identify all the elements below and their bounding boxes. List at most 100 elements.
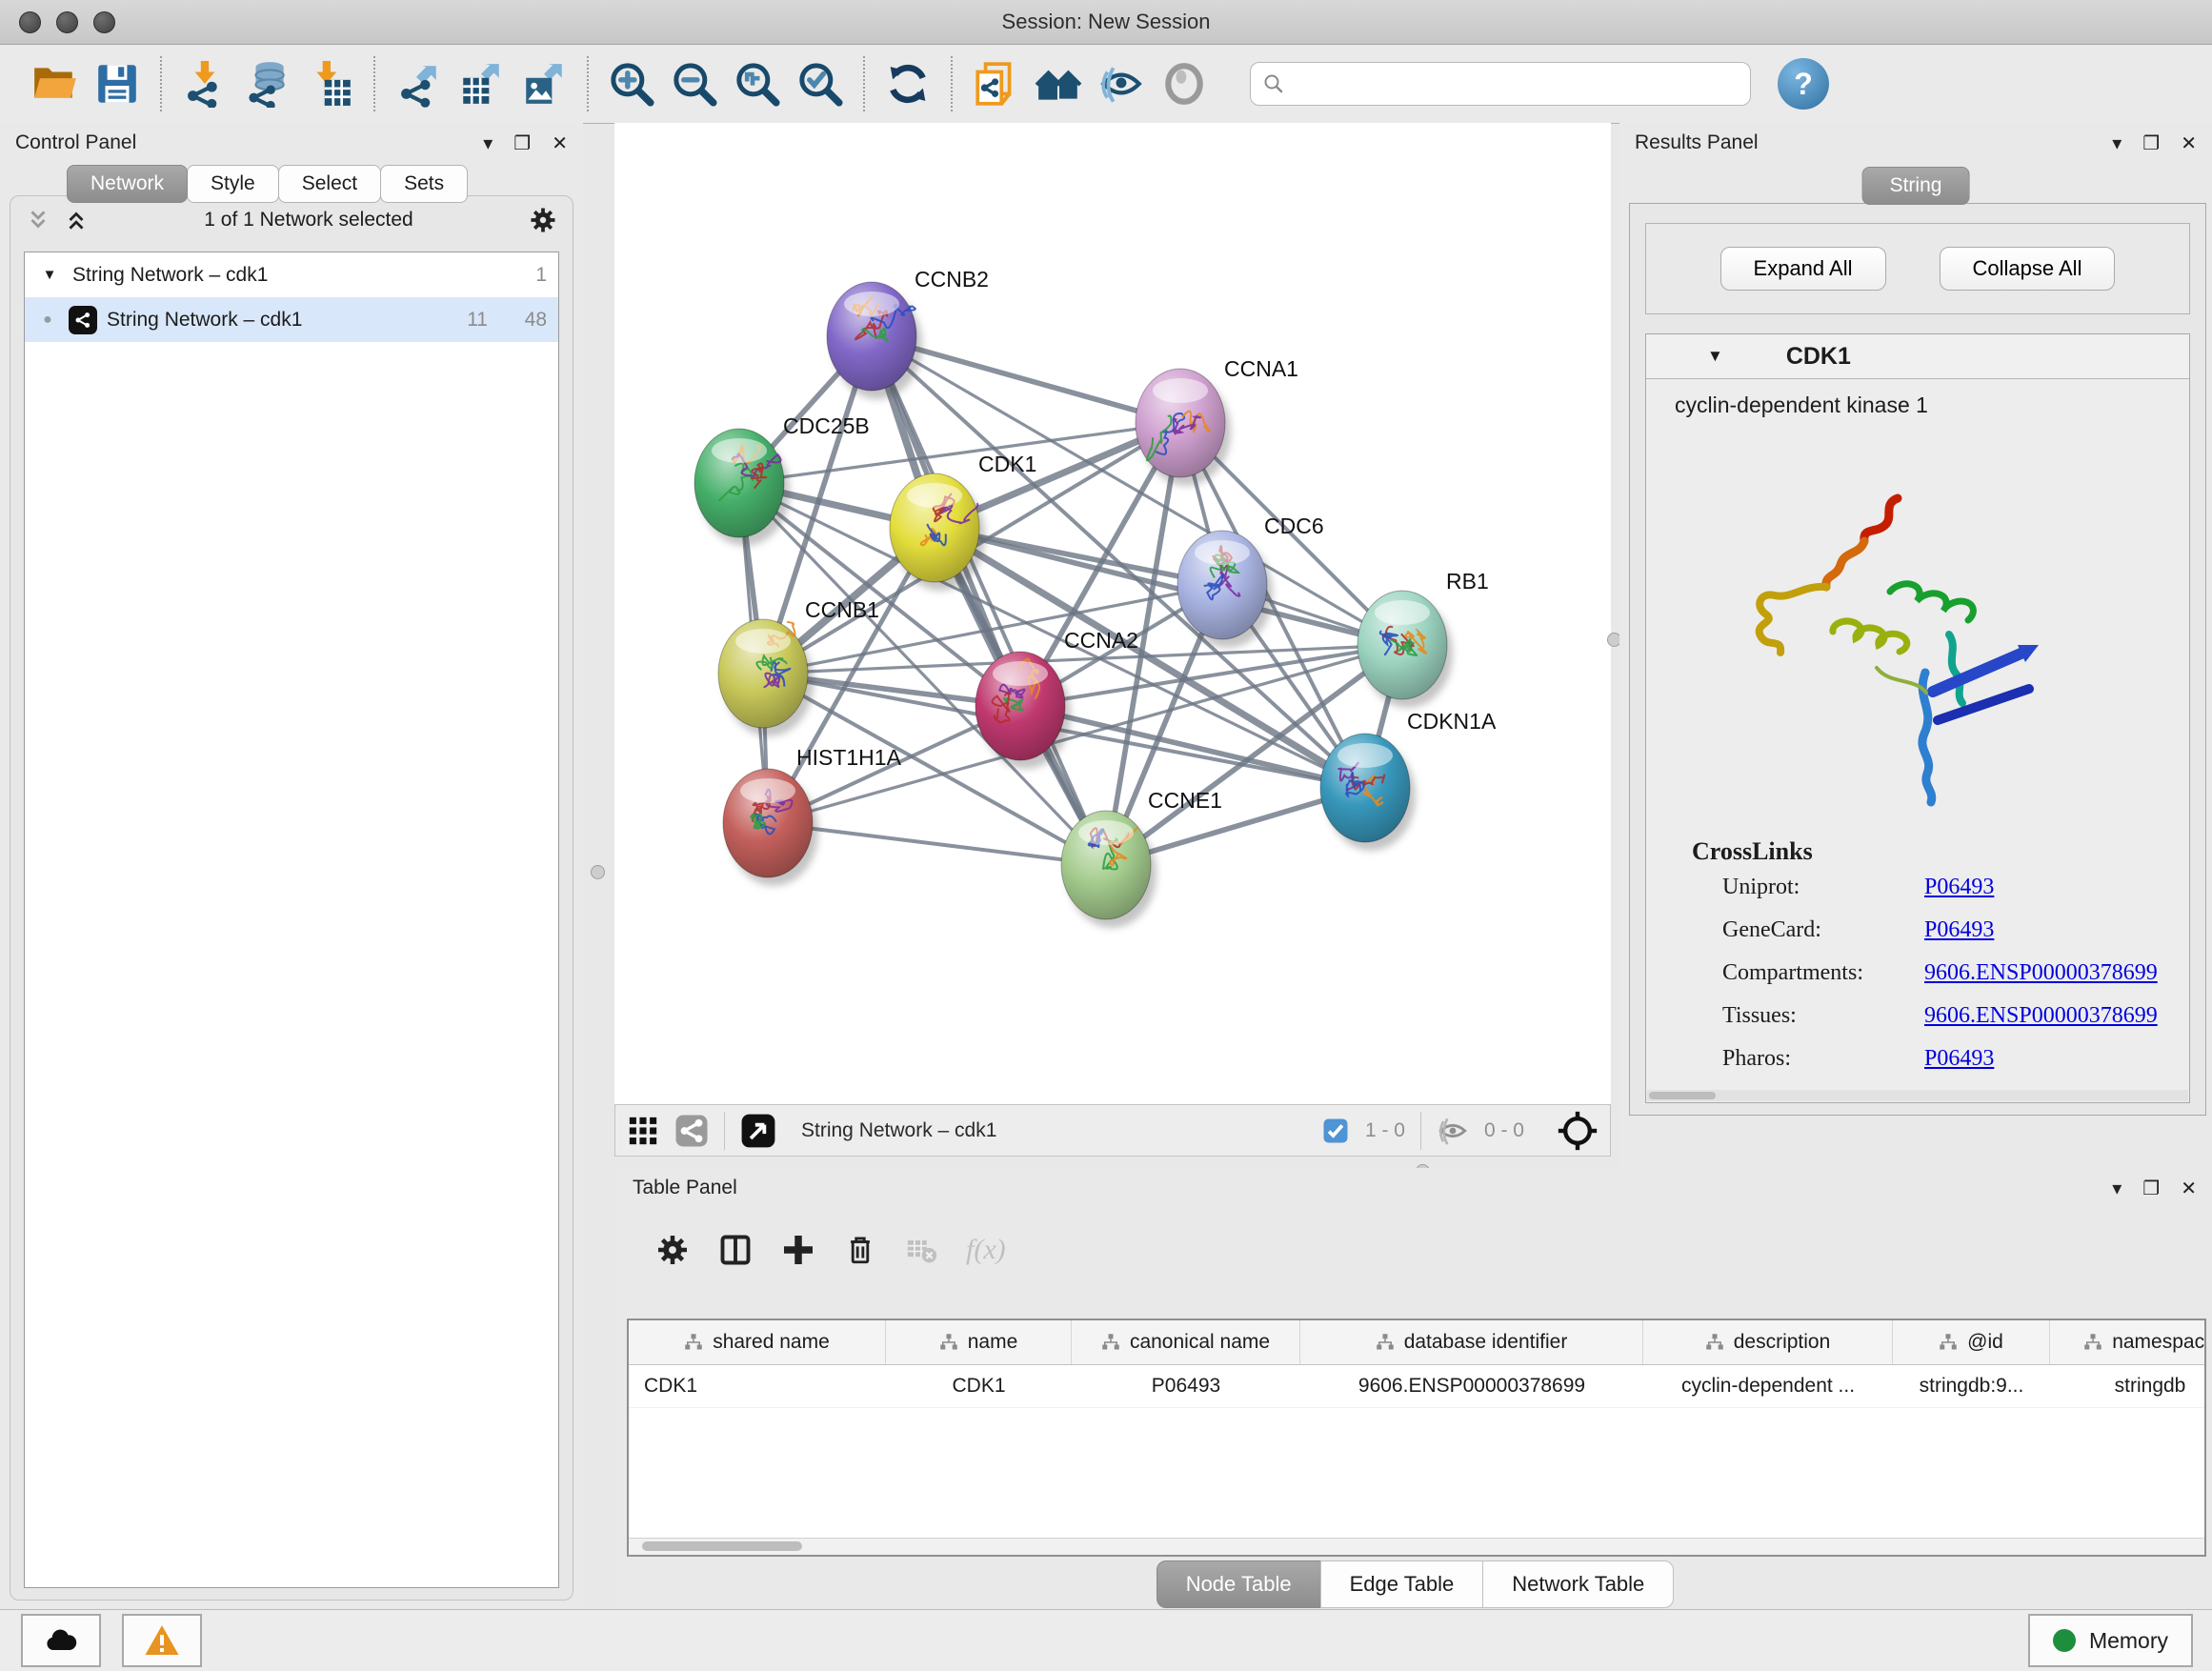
tree-expand-icon[interactable]: ▼: [36, 267, 63, 283]
tab-sets[interactable]: Sets: [380, 165, 468, 203]
network-node-CCNB2[interactable]: CCNB2: [827, 267, 989, 399]
network-node-CCNA1[interactable]: CCNA1: [1136, 356, 1298, 486]
expand-all-button[interactable]: Expand All: [1720, 247, 1886, 291]
export-table-button[interactable]: [450, 52, 513, 115]
tab-edge-table[interactable]: Edge Table: [1320, 1560, 1484, 1608]
column-header-name[interactable]: name: [886, 1320, 1072, 1364]
column-label: canonical name: [1130, 1331, 1270, 1354]
crosslink-link-uniprot[interactable]: P06493: [1924, 875, 1994, 900]
left-splitter-handle[interactable]: [591, 865, 605, 879]
panel-float-icon[interactable]: ❐: [513, 131, 531, 155]
crosslink-link-genecard[interactable]: P06493: [1924, 917, 1994, 943]
column-header-database-identifier[interactable]: database identifier: [1300, 1320, 1643, 1364]
network-edge-HIST1H1A-CCNE1[interactable]: [768, 823, 1106, 865]
selected-checkbox-icon[interactable]: [1321, 1117, 1350, 1145]
birds-eye-view-icon[interactable]: [740, 1113, 776, 1149]
table-gear-icon[interactable]: [655, 1233, 690, 1267]
network-node-CDKN1A[interactable]: CDKN1A: [1320, 709, 1497, 851]
network-node-RB1[interactable]: RB1: [1357, 569, 1489, 708]
import-network-button[interactable]: [173, 52, 236, 115]
duplicate-network-button[interactable]: [964, 52, 1027, 115]
table-cell[interactable]: CDK1: [629, 1365, 886, 1407]
network-canvas[interactable]: CCNB2CCNA1CDC25BCDK1CDC6RB1CCNB1CCNA2CDK…: [614, 123, 1611, 1104]
panel-float-icon[interactable]: ❐: [2142, 1177, 2160, 1200]
crosslink-label: Compartments:: [1722, 960, 1924, 986]
zoom-in-button[interactable]: [600, 52, 663, 115]
column-header-canonical-name[interactable]: canonical name: [1072, 1320, 1300, 1364]
table-cell[interactable]: P06493: [1072, 1365, 1300, 1407]
tab-network[interactable]: Network: [67, 165, 188, 203]
panel-close-icon[interactable]: ✕: [2181, 131, 2197, 155]
panel-close-icon[interactable]: ✕: [2181, 1177, 2197, 1200]
table-cell[interactable]: stringdb:9...: [1893, 1365, 2050, 1407]
select-columns-icon[interactable]: [718, 1233, 753, 1267]
collapse-all-icon[interactable]: [26, 208, 50, 232]
table-hscrollbar[interactable]: [629, 1538, 2204, 1555]
network-collection-row[interactable]: ▼ String Network – cdk1 1: [25, 252, 558, 297]
open-session-button[interactable]: [23, 52, 86, 115]
table-cell[interactable]: 9606.ENSP00000378699: [1300, 1365, 1643, 1407]
tab-style[interactable]: Style: [187, 165, 279, 203]
zoom-fit-button[interactable]: [726, 52, 789, 115]
memory-button[interactable]: Memory: [2028, 1614, 2193, 1667]
fit-selected-crosshair-icon[interactable]: [1557, 1110, 1599, 1152]
network-graph[interactable]: CCNB2CCNA1CDC25BCDK1CDC6RB1CCNB1CCNA2CDK…: [614, 123, 1611, 1104]
column-header-id[interactable]: @id: [1893, 1320, 2050, 1364]
tab-node-table[interactable]: Node Table: [1156, 1560, 1321, 1608]
network-node-HIST1H1A[interactable]: HIST1H1A: [723, 745, 902, 886]
delete-column-icon[interactable]: [844, 1234, 876, 1266]
collapse-all-button[interactable]: Collapse All: [1940, 247, 2116, 291]
help-button[interactable]: ?: [1778, 58, 1829, 110]
table-hscrollbar-thumb[interactable]: [642, 1541, 802, 1551]
node-label-CDKN1A: CDKN1A: [1407, 709, 1497, 734]
cloud-status-button[interactable]: [21, 1614, 101, 1667]
crosslink-link-tissues[interactable]: 9606.ENSP00000378699: [1924, 1003, 2158, 1029]
import-table-button[interactable]: [299, 52, 362, 115]
table-cell[interactable]: stringdb: [2050, 1365, 2206, 1407]
zoom-selected-button[interactable]: [789, 52, 852, 115]
gene-header[interactable]: ▼ CDK1: [1646, 334, 2189, 379]
expand-all-icon[interactable]: [64, 208, 89, 232]
grid-view-icon[interactable]: [627, 1115, 659, 1147]
tab-network-table[interactable]: Network Table: [1482, 1560, 1674, 1608]
export-network-button[interactable]: [387, 52, 450, 115]
refresh-button[interactable]: [876, 52, 939, 115]
zoom-out-button[interactable]: [663, 52, 726, 115]
tab-string[interactable]: String: [1862, 167, 1970, 205]
network-edge-CCNA2-CDKN1A[interactable]: [1020, 706, 1365, 788]
network-node-CCNE1[interactable]: CCNE1: [1061, 788, 1222, 928]
panel-menu-icon[interactable]: ▾: [2112, 131, 2122, 155]
column-header-namespace[interactable]: namespace: [2050, 1320, 2206, 1364]
show-eye-button[interactable]: [1153, 52, 1216, 115]
import-database-button[interactable]: [236, 52, 299, 115]
panel-menu-icon[interactable]: ▾: [2112, 1177, 2122, 1200]
panel-close-icon[interactable]: ✕: [552, 131, 568, 155]
table-row[interactable]: CDK1CDK1P064939606.ENSP00000378699cyclin…: [629, 1365, 2204, 1408]
warning-status-button[interactable]: [122, 1614, 202, 1667]
add-column-icon[interactable]: [781, 1233, 815, 1267]
tab-select[interactable]: Select: [278, 165, 381, 203]
panel-menu-icon[interactable]: ▾: [483, 131, 493, 155]
gene-collapse-icon[interactable]: ▼: [1707, 347, 1723, 366]
table-panel-title: Table Panel: [633, 1177, 2091, 1199]
results-hscrollbar[interactable]: [1647, 1090, 2188, 1101]
results-hscrollbar-thumb[interactable]: [1649, 1092, 1716, 1099]
save-session-button[interactable]: [86, 52, 149, 115]
panel-float-icon[interactable]: ❐: [2142, 131, 2160, 155]
table-cell[interactable]: cyclin-dependent ...: [1643, 1365, 1893, 1407]
home-networks-button[interactable]: [1027, 52, 1090, 115]
crosslink-link-compartments[interactable]: 9606.ENSP00000378699: [1924, 960, 2158, 986]
export-image-button[interactable]: [513, 52, 575, 115]
network-view-icon[interactable]: [674, 1114, 709, 1148]
crosslink-link-pharos[interactable]: P06493: [1924, 1046, 1994, 1072]
column-header-shared-name[interactable]: shared name: [629, 1320, 886, 1364]
network-options-gear-icon[interactable]: [529, 206, 557, 234]
network-row[interactable]: ● String Network – cdk1 11 48: [25, 297, 558, 342]
hidden-eye-slash-icon[interactable]: [1437, 1115, 1469, 1147]
network-edge-CCNB2-CCNE1[interactable]: [872, 336, 1106, 865]
search-input[interactable]: [1293, 72, 1739, 96]
hide-unhide-button[interactable]: [1090, 52, 1153, 115]
column-header-description[interactable]: description: [1643, 1320, 1893, 1364]
network-node-CDC6[interactable]: CDC6: [1177, 513, 1324, 648]
table-cell[interactable]: CDK1: [886, 1365, 1072, 1407]
